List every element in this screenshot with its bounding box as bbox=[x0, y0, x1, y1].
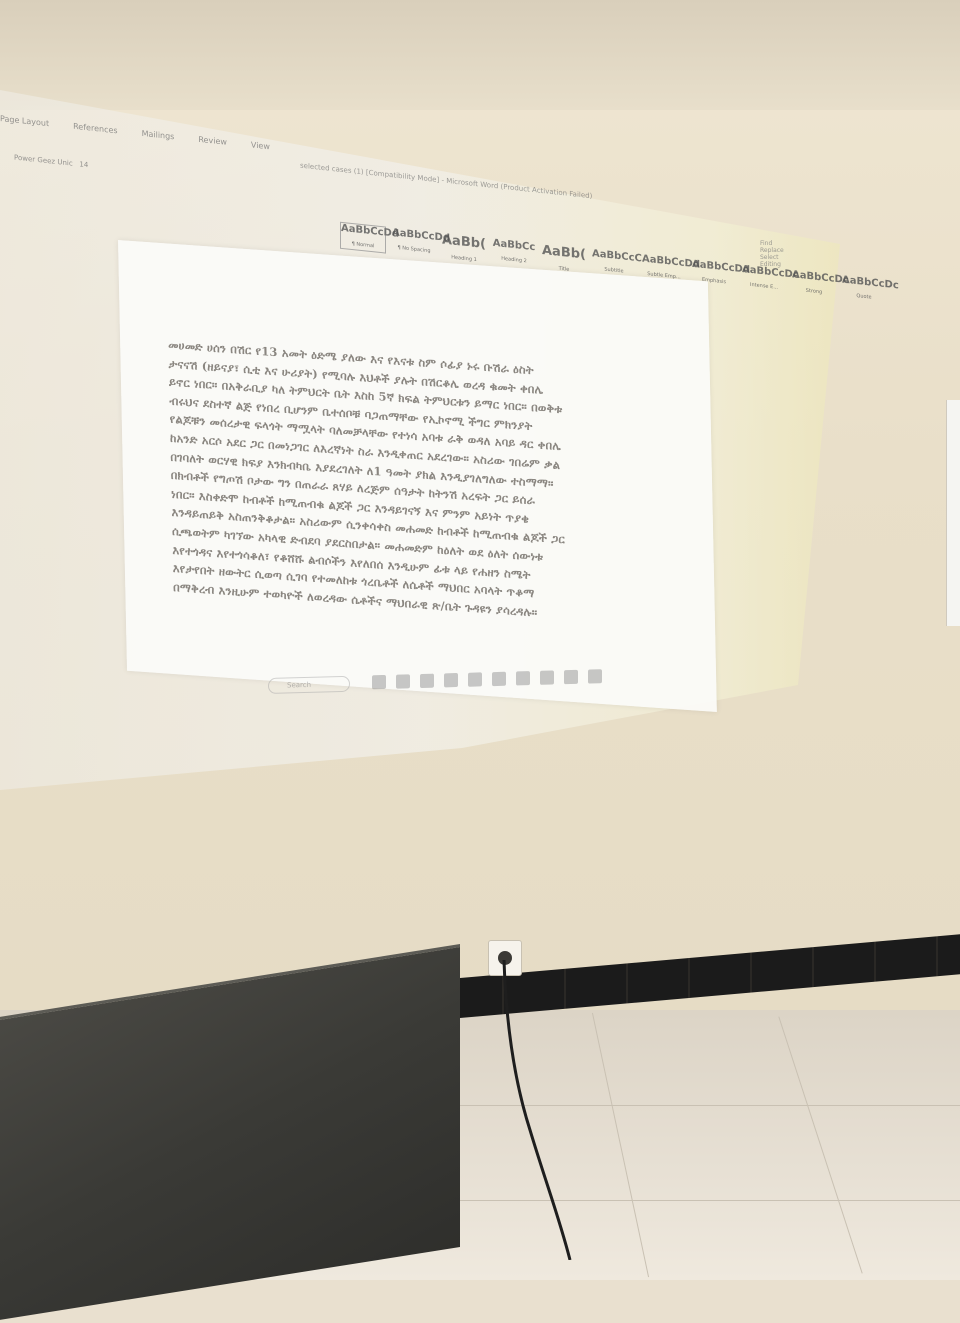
tab-page-layout[interactable]: Page Layout bbox=[0, 114, 49, 128]
tab-view[interactable]: View bbox=[251, 140, 270, 151]
app-icon[interactable] bbox=[444, 673, 458, 688]
editing-group: Find Replace Select Editing bbox=[760, 240, 820, 310]
taskbar-search[interactable]: Search bbox=[268, 675, 350, 694]
editing-label: Editing bbox=[760, 261, 781, 268]
font-size[interactable]: 14 bbox=[79, 160, 88, 169]
tab-review[interactable]: Review bbox=[198, 135, 227, 147]
wall-poster bbox=[946, 400, 960, 626]
app-icon[interactable] bbox=[564, 669, 578, 685]
style-no-spacing[interactable]: AaBbCcDd ¶ No Spacing bbox=[392, 227, 450, 259]
document-page[interactable]: መሀመድ ሀሰን በሽር የ13 አመት ዕድሜ ያለው እና የእናቱ ስም … bbox=[118, 240, 717, 713]
app-icon[interactable] bbox=[420, 673, 434, 689]
tab-mailings[interactable]: Mailings bbox=[142, 129, 175, 141]
document-body[interactable]: መሀመድ ሀሰን በሽር የ13 አመት ዕድሜ ያለው እና የእናቱ ስም … bbox=[168, 336, 693, 633]
app-icon[interactable] bbox=[588, 669, 602, 684]
app-icon[interactable] bbox=[396, 674, 410, 689]
app-icon[interactable] bbox=[516, 671, 530, 686]
tab-references[interactable]: References bbox=[73, 122, 117, 136]
power-cable bbox=[502, 960, 572, 1260]
style-heading-1[interactable]: AaBb(Heading 1 bbox=[442, 232, 486, 264]
window-title: selected cases (1) [Compatibility Mode] … bbox=[300, 161, 593, 201]
ceiling-shadow bbox=[0, 0, 960, 110]
style-heading-2[interactable]: AaBbCc Heading 2 bbox=[492, 238, 536, 270]
replace-button[interactable]: Replace bbox=[760, 247, 820, 254]
select-button[interactable]: Select bbox=[760, 254, 820, 261]
app-icon[interactable] bbox=[372, 674, 386, 690]
app-icon[interactable] bbox=[540, 670, 554, 685]
app-icon[interactable] bbox=[468, 672, 482, 687]
font-selector[interactable]: Power Geez Unic 14 bbox=[14, 153, 88, 169]
app-icon[interactable] bbox=[492, 671, 506, 687]
style-quote[interactable]: AaBbCcDc Quote bbox=[842, 274, 899, 306]
taskbar-icons bbox=[372, 669, 602, 690]
style-normal[interactable]: AaBbCcDd ¶ Normal bbox=[340, 221, 399, 254]
font-name[interactable]: Power Geez Unic bbox=[14, 153, 73, 167]
find-button[interactable]: Find bbox=[760, 240, 820, 247]
